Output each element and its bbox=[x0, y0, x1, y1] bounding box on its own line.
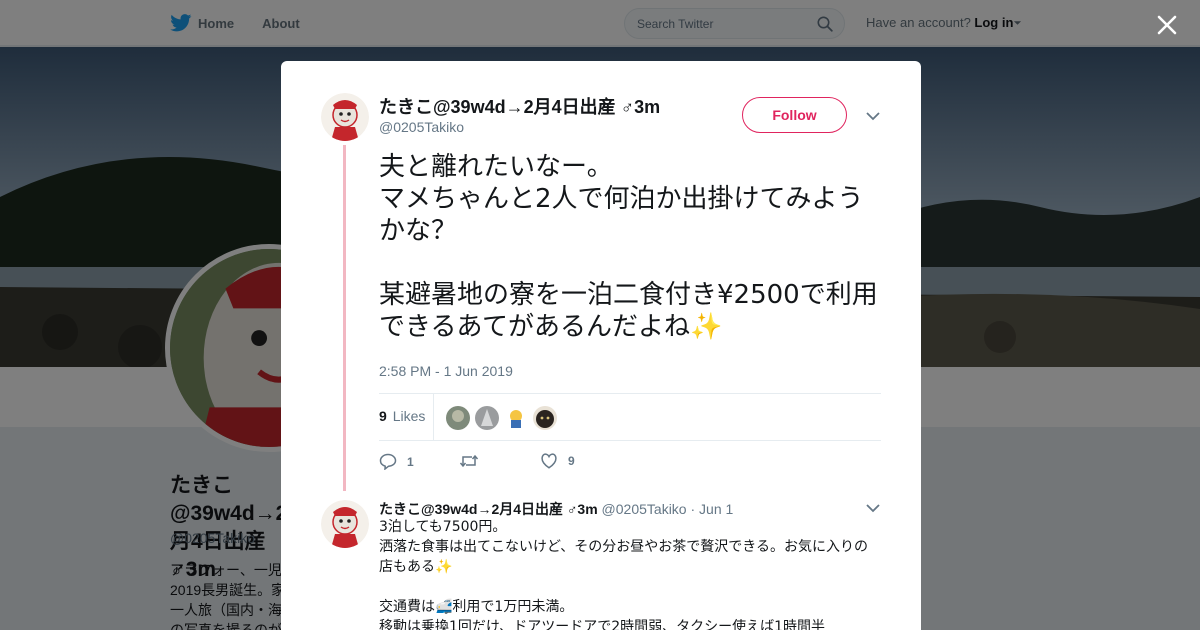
reply-action[interactable]: 1 bbox=[379, 453, 414, 470]
avatar-image bbox=[446, 406, 470, 430]
reply-author-handle[interactable]: @0205Takiko bbox=[602, 501, 687, 517]
stats-divider bbox=[433, 394, 434, 441]
reply-date[interactable]: Jun 1 bbox=[699, 501, 733, 517]
likes-label: Likes bbox=[392, 408, 426, 424]
retweet-icon bbox=[459, 454, 479, 468]
tweet-text: 夫と離れたいなー。 マメちゃんと2人で何泊か出掛けてみようかな？ 某避暑地の寮を… bbox=[379, 152, 878, 342]
likes-stat[interactable]: 9 Likes bbox=[379, 408, 425, 424]
retweet-action[interactable] bbox=[459, 453, 489, 469]
reply-separator: · bbox=[690, 501, 696, 517]
chevron-down-icon[interactable] bbox=[864, 499, 882, 517]
reply-author-avatar[interactable] bbox=[321, 500, 369, 548]
reply-header: たきこ@39w4d→2月4日出産 ♂3m @0205Takiko · Jun 1 bbox=[379, 499, 733, 519]
liker-avatar[interactable] bbox=[504, 406, 528, 430]
tweet-timestamp[interactable]: 2:58 PM - 1 Jun 2019 bbox=[379, 363, 513, 379]
like-action[interactable]: 9 bbox=[540, 453, 575, 469]
tweet-actions: 1 9 bbox=[379, 453, 679, 473]
chevron-down-icon[interactable] bbox=[864, 107, 882, 125]
tweet-modal: たきこ@39w4d→2月4日出産 ♂3m @0205Takiko Follow … bbox=[281, 61, 921, 630]
avatar-image bbox=[533, 406, 557, 430]
liker-avatar[interactable] bbox=[446, 406, 470, 430]
reply-icon bbox=[379, 453, 397, 470]
close-icon[interactable] bbox=[1152, 10, 1182, 40]
thread-line bbox=[343, 145, 346, 491]
tweet-stats: 9 Likes bbox=[379, 393, 881, 441]
follow-button[interactable]: Follow bbox=[742, 97, 847, 133]
like-count: 9 bbox=[568, 454, 575, 468]
avatar-image bbox=[504, 406, 528, 430]
reply-count: 1 bbox=[407, 454, 414, 469]
author-name[interactable]: たきこ@39w4d→2月4日出産 ♂3m bbox=[379, 93, 660, 119]
likes-count: 9 bbox=[379, 408, 387, 424]
liker-avatar[interactable] bbox=[475, 406, 499, 430]
author-avatar[interactable] bbox=[321, 93, 369, 141]
reply-text: 3泊しても7500円。 洒落た食事は出てこないけど、その分お昼やお茶で贅沢できる… bbox=[379, 519, 869, 630]
heart-icon bbox=[541, 453, 557, 469]
reply-author-name[interactable]: たきこ@39w4d→2月4日出産 ♂3m bbox=[379, 501, 598, 517]
avatar-image bbox=[321, 93, 369, 141]
liker-avatar[interactable] bbox=[533, 406, 557, 430]
author-handle[interactable]: @0205Takiko bbox=[379, 119, 464, 135]
avatar-image bbox=[475, 406, 499, 430]
avatar-image bbox=[321, 500, 369, 548]
